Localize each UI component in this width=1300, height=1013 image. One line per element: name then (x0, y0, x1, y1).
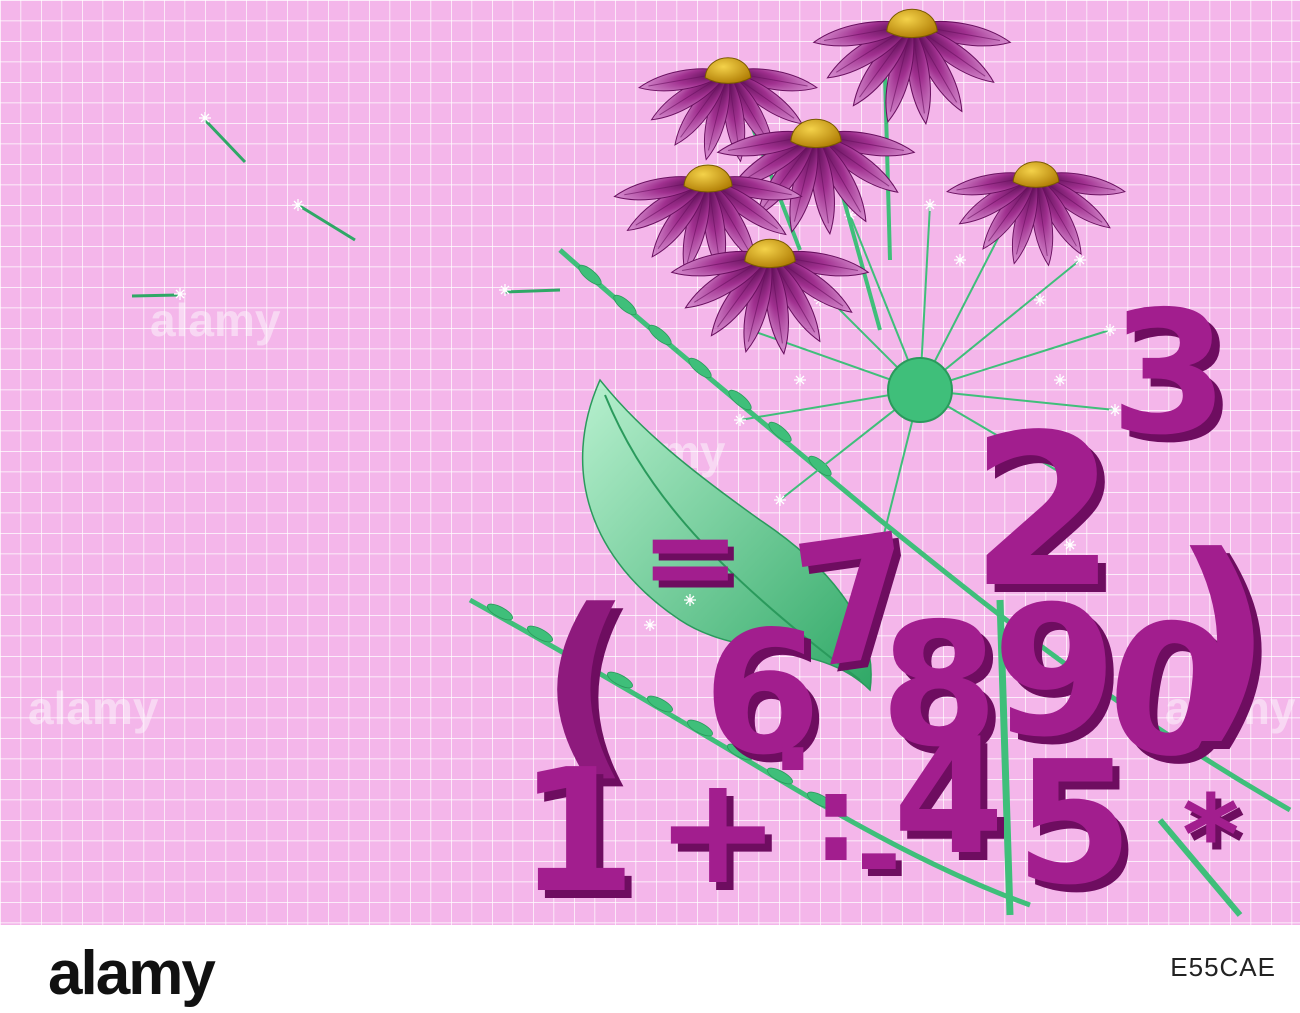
photo-id: E55CAE (1170, 952, 1276, 982)
numeral-1: 1 1 (518, 733, 643, 925)
svg-text:5: 5 (1015, 725, 1133, 923)
svg-text:3: 3 (1110, 275, 1228, 473)
numeral-5: 5 5 (1015, 725, 1140, 925)
symbol-close-paren: ) ) (1172, 508, 1281, 772)
stock-illustration: alamy alamy alamy alamy (0, 0, 1300, 925)
svg-text:alamy: alamy (28, 682, 159, 734)
svg-text:*: * (1182, 771, 1240, 899)
svg-text:+: + (655, 744, 781, 918)
symbol-asterisk: * * (1182, 771, 1246, 906)
svg-text:1: 1 (518, 733, 636, 925)
symbol-plus: + + (655, 744, 788, 925)
svg-text:): ) (1172, 508, 1273, 764)
svg-text:4: 4 (893, 703, 1004, 890)
numeral-4: 4 4 (893, 703, 1011, 898)
svg-text:alamy: alamy (150, 294, 281, 346)
svg-text::: : (812, 750, 860, 889)
numeral-3: 3 3 (1110, 275, 1236, 481)
symbol-colon: : (812, 750, 860, 889)
brand-logo: alamy (48, 939, 216, 1008)
